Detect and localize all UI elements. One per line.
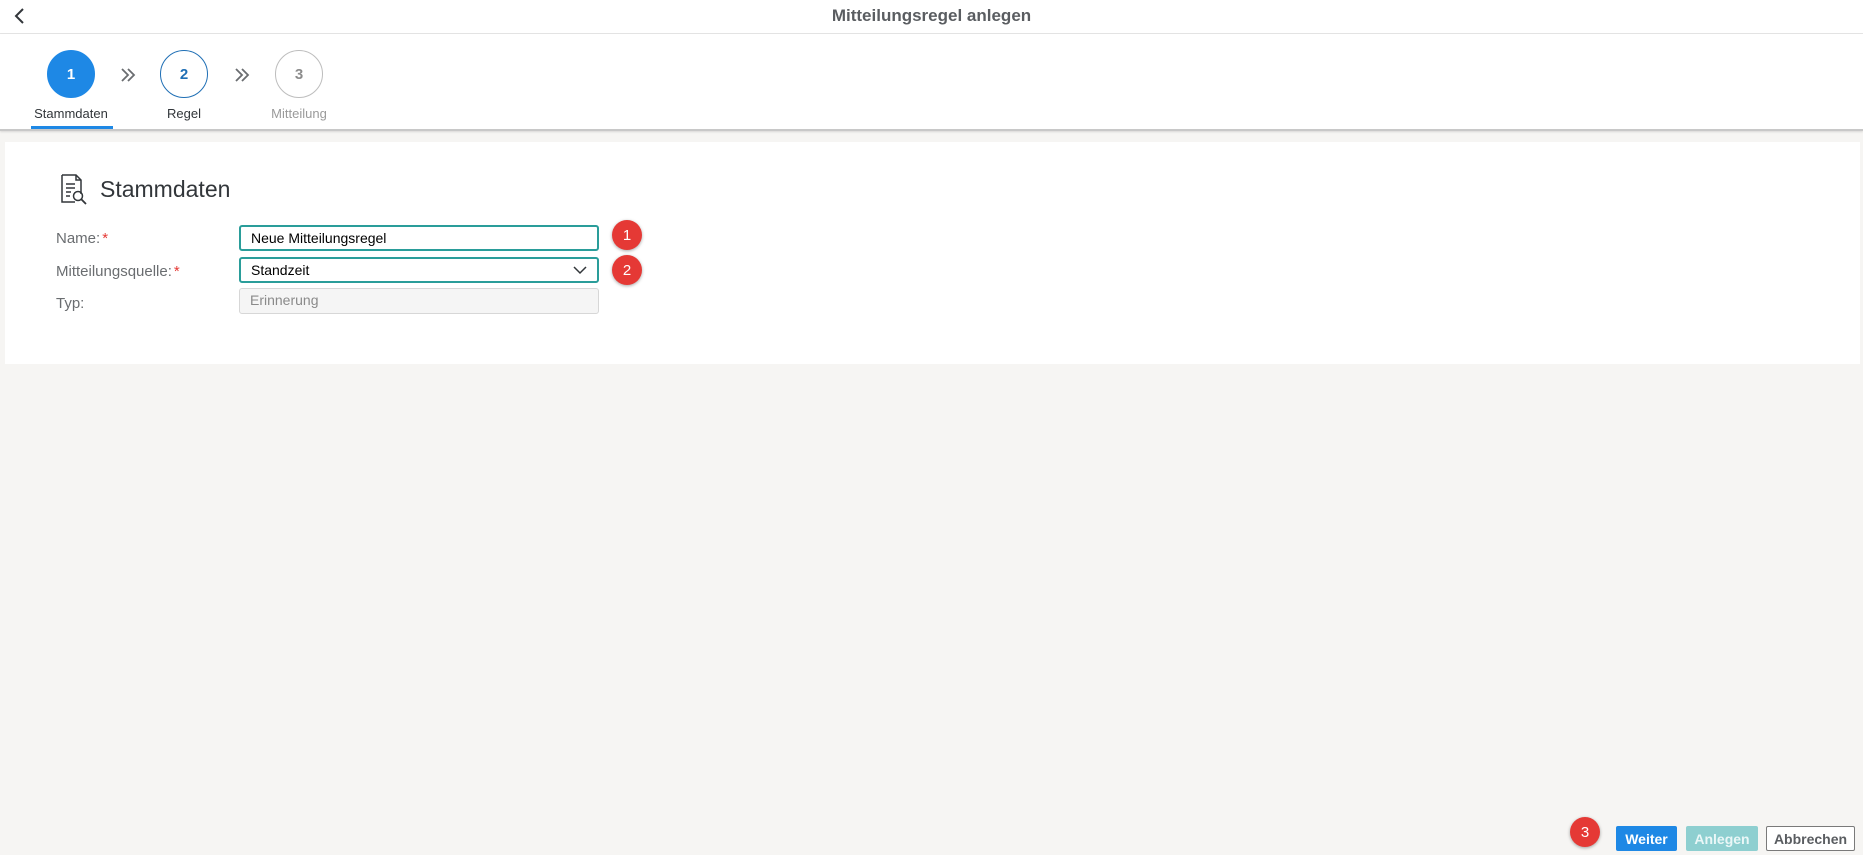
source-select-value: Standzeit xyxy=(251,262,310,278)
wizard-step-mitteilung: 3 Mitteilung xyxy=(249,50,349,121)
annotation-badge-1: 1 xyxy=(612,220,642,250)
stammdaten-card: Stammdaten Name: * Neue Mitteilungsregel … xyxy=(5,142,1860,364)
required-marker: * xyxy=(102,230,109,247)
page-title: Mitteilungsregel anlegen xyxy=(831,6,1032,25)
type-label: Typ: xyxy=(56,295,84,312)
source-label-text: Mitteilungsquelle: xyxy=(56,263,172,280)
type-field-readonly: Erinnerung xyxy=(239,288,599,314)
type-field-value: Erinnerung xyxy=(250,292,319,308)
type-label-text: Typ: xyxy=(56,295,85,312)
wizard-step-stammdaten[interactable]: 1 Stammdaten xyxy=(21,50,121,121)
document-search-icon xyxy=(61,174,87,205)
step-label: Stammdaten xyxy=(34,106,108,121)
section-title: Stammdaten xyxy=(100,176,231,202)
chevron-down-icon[interactable] xyxy=(573,265,587,275)
annotation-badge-3: 3 xyxy=(1570,817,1600,847)
source-label: Mitteilungsquelle: * xyxy=(56,263,180,280)
weiter-button[interactable]: Weiter xyxy=(1616,826,1677,851)
wizard-step-regel[interactable]: 2 Regel xyxy=(134,50,234,121)
step-label: Regel xyxy=(167,106,201,121)
name-label: Name: * xyxy=(56,230,108,247)
name-label-text: Name: xyxy=(56,230,101,247)
anlegen-button: Anlegen xyxy=(1686,826,1758,851)
step-number-circle: 3 xyxy=(275,50,323,98)
step-number-circle: 1 xyxy=(47,50,95,98)
wizard-progress-bar: 1 Stammdaten 2 Regel 3 Mitteilung xyxy=(0,34,1863,131)
step-number-circle: 2 xyxy=(160,50,208,98)
step-label: Mitteilung xyxy=(271,106,327,121)
name-input[interactable]: Neue Mitteilungsregel xyxy=(239,225,599,251)
abbrechen-button[interactable]: Abbrechen xyxy=(1766,826,1855,851)
name-input-value: Neue Mitteilungsregel xyxy=(251,230,387,246)
source-select[interactable]: Standzeit xyxy=(239,257,599,283)
active-step-indicator xyxy=(31,126,113,129)
annotation-badge-2: 2 xyxy=(612,255,642,285)
header-bar: Mitteilungsregel anlegen xyxy=(0,0,1863,34)
required-marker: * xyxy=(173,263,180,280)
